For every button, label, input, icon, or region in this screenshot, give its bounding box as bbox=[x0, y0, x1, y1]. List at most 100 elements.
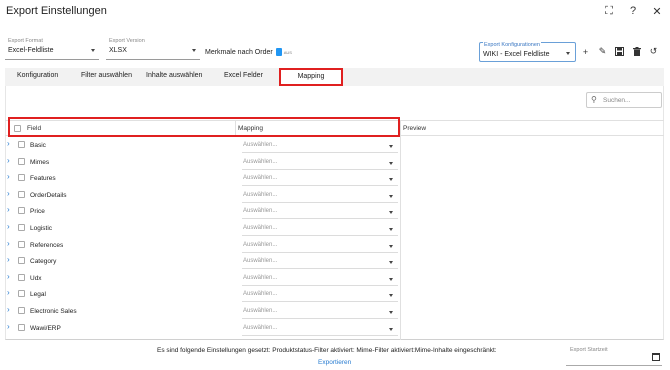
toggle-state-text: AUS bbox=[283, 49, 292, 55]
row-checkbox[interactable] bbox=[18, 207, 25, 215]
row-checkbox[interactable] bbox=[18, 174, 25, 182]
mapping-select[interactable]: Auswählen... bbox=[243, 142, 277, 148]
chevron-down-icon bbox=[389, 161, 393, 165]
add-icon[interactable]: + bbox=[580, 46, 591, 57]
search-input[interactable] bbox=[603, 94, 659, 106]
help-icon[interactable]: ? bbox=[626, 4, 640, 18]
field-name: Category bbox=[30, 258, 57, 266]
expand-icon[interactable]: › bbox=[7, 156, 10, 165]
export-button[interactable]: Exportieren bbox=[318, 359, 351, 366]
field-name: Features bbox=[30, 175, 56, 183]
title-bar: Export Einstellungen ⛶ ? ✕ bbox=[0, 0, 670, 26]
mapping-select[interactable]: Auswählen... bbox=[243, 308, 277, 314]
export-konfiguration-label: Export Konfigurationen bbox=[483, 42, 541, 48]
chevron-down-icon bbox=[389, 227, 393, 231]
row-checkbox[interactable] bbox=[18, 290, 25, 298]
row-checkbox[interactable] bbox=[18, 240, 25, 248]
row-checkbox[interactable] bbox=[18, 323, 25, 331]
expand-icon[interactable]: › bbox=[7, 272, 10, 281]
field-name: Logistic bbox=[30, 224, 53, 232]
field-list: › Basic Auswählen... › Mimes Auswählen..… bbox=[5, 137, 664, 336]
mapping-select[interactable]: Auswählen... bbox=[243, 325, 277, 331]
chevron-down-icon bbox=[389, 178, 393, 182]
mapping-select[interactable]: Auswählen... bbox=[243, 208, 277, 214]
tab-bar: Konfiguration Filter auswählen Inhalte a… bbox=[5, 68, 664, 86]
chevron-down-icon bbox=[91, 49, 95, 52]
tab-konfiguration[interactable]: Konfiguration bbox=[17, 72, 58, 79]
chevron-down-icon bbox=[389, 310, 393, 314]
mapping-select[interactable]: Auswählen... bbox=[243, 275, 277, 281]
row-checkbox[interactable] bbox=[18, 141, 25, 148]
field-name: Basic bbox=[30, 142, 46, 149]
delete-icon[interactable] bbox=[631, 46, 642, 57]
export-format-select[interactable]: Export Format Excel-Feldliste bbox=[5, 38, 99, 60]
merkmale-setting: Merkmale nach Order AUS bbox=[205, 48, 292, 56]
table-row: › Features Auswählen... bbox=[5, 170, 664, 187]
tab-inhalte-auswaehlen[interactable]: Inhalte auswählen bbox=[146, 72, 202, 79]
export-startzeit-field[interactable]: Export Startzeit bbox=[566, 344, 662, 366]
mapping-select[interactable]: Auswählen... bbox=[243, 291, 277, 297]
table-row: › Mimes Auswählen... bbox=[5, 154, 664, 171]
chevron-down-icon bbox=[389, 194, 393, 198]
table-row: › Logistic Auswählen... bbox=[5, 220, 664, 237]
expand-icon[interactable]: › bbox=[7, 305, 10, 314]
expand-icon[interactable]: › bbox=[7, 239, 10, 248]
row-checkbox[interactable] bbox=[18, 257, 25, 265]
save-icon[interactable] bbox=[614, 46, 625, 57]
tab-mapping[interactable]: Mapping bbox=[279, 68, 343, 86]
table-row: › Wawi/ERP Auswählen... bbox=[5, 320, 664, 337]
row-checkbox[interactable] bbox=[18, 223, 25, 231]
preview-column-header: Preview bbox=[403, 125, 427, 132]
expand-icon[interactable]: › bbox=[7, 205, 10, 214]
export-version-select[interactable]: Export Version XLSX bbox=[106, 38, 200, 60]
mapping-select[interactable]: Auswählen... bbox=[243, 192, 277, 198]
row-checkbox[interactable] bbox=[18, 306, 25, 314]
chevron-down-icon bbox=[389, 145, 393, 148]
expand-icon[interactable]: › bbox=[7, 322, 10, 331]
field-name: Mimes bbox=[30, 158, 50, 166]
field-name: Wawi/ERP bbox=[30, 324, 61, 332]
table-row: › Legal Auswählen... bbox=[5, 286, 664, 303]
tab-excel-felder[interactable]: Excel Felder bbox=[224, 72, 263, 79]
table-row: › Category Auswählen... bbox=[5, 253, 664, 270]
row-checkbox[interactable] bbox=[18, 273, 25, 281]
settings-bar: Export Format Excel-Feldliste Export Ver… bbox=[0, 38, 670, 66]
chevron-down-icon bbox=[566, 52, 570, 55]
search-icon: ⚲ bbox=[591, 95, 597, 104]
table-row: › Basic Auswählen... bbox=[5, 137, 664, 154]
mapping-select[interactable]: Auswählen... bbox=[243, 225, 277, 231]
mapping-select[interactable]: Auswählen... bbox=[243, 159, 277, 165]
mapping-select[interactable]: Auswählen... bbox=[243, 242, 277, 248]
expand-icon[interactable]: › bbox=[7, 222, 10, 231]
select-underline bbox=[242, 334, 398, 336]
undo-icon[interactable]: ↺ bbox=[648, 46, 659, 57]
tab-filter-auswaehlen[interactable]: Filter auswählen bbox=[81, 72, 132, 79]
expand-icon[interactable]: › bbox=[7, 288, 10, 297]
table-row: › Electronic Sales Auswählen... bbox=[5, 303, 664, 320]
export-konfiguration-value: WIKI - Excel Feldliste bbox=[483, 51, 550, 58]
expand-icon[interactable]: › bbox=[7, 255, 10, 264]
export-version-value: XLSX bbox=[109, 47, 127, 54]
chevron-down-icon bbox=[389, 327, 393, 331]
chevron-down-icon bbox=[389, 244, 393, 248]
fullscreen-icon[interactable]: ⛶ bbox=[602, 4, 616, 18]
merkmale-toggle[interactable]: AUS bbox=[275, 48, 292, 56]
expand-icon[interactable]: › bbox=[7, 189, 10, 198]
field-name: References bbox=[30, 241, 64, 249]
calendar-icon[interactable] bbox=[652, 353, 660, 361]
row-checkbox[interactable] bbox=[18, 190, 25, 198]
chevron-down-icon bbox=[389, 277, 393, 281]
table-row: › References Auswählen... bbox=[5, 237, 664, 254]
field-name: Electronic Sales bbox=[30, 307, 77, 315]
expand-icon[interactable]: › bbox=[7, 139, 10, 148]
search-box[interactable]: ⚲ bbox=[586, 92, 662, 108]
expand-icon[interactable]: › bbox=[7, 172, 10, 181]
export-startzeit-label: Export Startzeit bbox=[570, 347, 608, 353]
edit-icon[interactable]: ✎ bbox=[597, 46, 608, 57]
export-konfiguration-select[interactable]: Export Konfigurationen WIKI - Excel Feld… bbox=[479, 42, 576, 62]
toggle-knob bbox=[275, 48, 282, 56]
mapping-select[interactable]: Auswählen... bbox=[243, 175, 277, 181]
close-icon[interactable]: ✕ bbox=[650, 4, 664, 18]
row-checkbox[interactable] bbox=[18, 157, 25, 165]
mapping-select[interactable]: Auswählen... bbox=[243, 258, 277, 264]
